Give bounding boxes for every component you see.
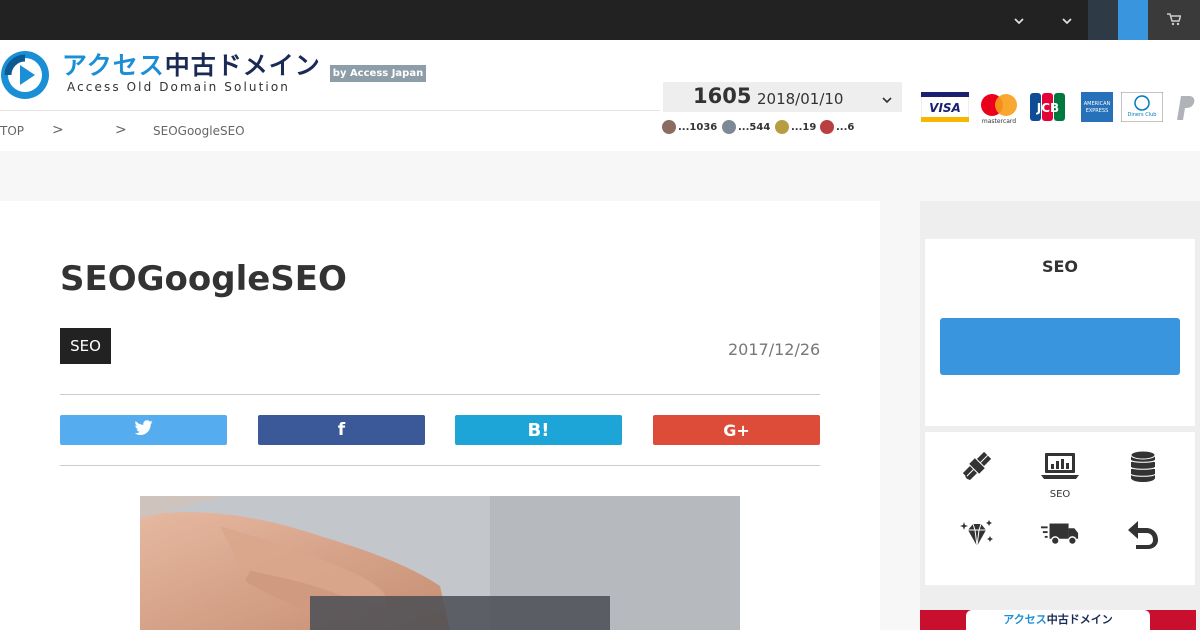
diners-icon: Diners Club (1120, 91, 1164, 123)
banner-logo-text: アクセス中古ドメイン (966, 610, 1150, 630)
chevron-down-icon (881, 91, 893, 104)
sidebar: SEO SEO アクセス中古ドメイン (920, 201, 1200, 630)
laptop-chart-icon[interactable] (1040, 446, 1080, 486)
googleplus-share-button[interactable]: G+ (653, 415, 820, 445)
stock-date: 2018/01/10 (757, 90, 844, 108)
facebook-icon: f (337, 420, 346, 440)
logo-icon[interactable] (0, 50, 50, 100)
register-button[interactable] (1118, 0, 1148, 40)
cart-button[interactable] (1148, 0, 1200, 40)
article-title: SEOGoogleSEO (60, 259, 347, 299)
article-date: 2017/12/26 (728, 340, 821, 359)
sidebar-icon-label: SEO (1049, 489, 1071, 500)
sidebar-banner[interactable]: アクセス中古ドメイン (920, 610, 1196, 630)
rank-count-text: ...19 (791, 121, 817, 133)
rank-count: ...544 (722, 120, 770, 134)
rank-count: ...6 (820, 120, 854, 134)
article-hero-image (140, 496, 740, 630)
rank-count-text: ...1036 (678, 121, 718, 133)
twitter-icon (134, 420, 153, 440)
breadcrumb-separator: > (115, 122, 127, 138)
rank-count-text: ...544 (738, 121, 771, 133)
svg-text:Diners Club: Diners Club (1128, 112, 1157, 118)
logo-text-blue: アクセス (62, 51, 165, 80)
hatena-share-button[interactable]: B! (455, 415, 622, 445)
logo-text-dark: 中古ドメイン (164, 51, 321, 80)
divider (60, 394, 820, 395)
svg-text:JCB: JCB (1036, 101, 1059, 115)
rank-dot-icon (722, 120, 736, 134)
satellite-icon[interactable] (957, 446, 997, 486)
diamond-icon[interactable] (957, 514, 997, 554)
logo-text[interactable]: アクセス中古ドメイン (62, 51, 321, 81)
logo-subtitle: Access Old Domain Solution (67, 80, 290, 94)
sidebar-cta-button[interactable] (940, 318, 1180, 375)
sidebar-seo-box: SEO (925, 239, 1195, 426)
svg-text:AMERICAN: AMERICAN (1084, 101, 1111, 107)
divider (60, 465, 820, 466)
category-tag[interactable]: SEO (60, 328, 111, 364)
header-divider (0, 110, 660, 111)
chevron-down-icon[interactable] (1013, 12, 1027, 26)
mastercard-icon: mastercard (977, 92, 1021, 125)
googleplus-icon: G+ (723, 420, 750, 440)
svg-text:mastercard: mastercard (982, 118, 1016, 125)
twitter-share-button[interactable] (60, 415, 227, 445)
jcb-icon: JCB (1029, 92, 1067, 122)
breadcrumb-current: SEOGoogleSEO (153, 124, 245, 138)
rank-count: ...19 (775, 120, 816, 134)
sidebar-box-title: SEO (1041, 257, 1079, 276)
visa-icon: VISA (920, 91, 970, 123)
svg-text:VISA: VISA (929, 101, 961, 115)
cart-icon (1167, 11, 1182, 30)
banner-text-blue: アクセス (1003, 613, 1047, 626)
amex-icon: AMERICAN EXPRESS (1081, 92, 1113, 122)
breadcrumb-top[interactable]: TOP (0, 124, 24, 138)
stock-selector[interactable]: 1605 2018/01/10 (663, 82, 902, 112)
svg-text:EXPRESS: EXPRESS (1086, 108, 1109, 114)
chevron-down-icon[interactable] (1061, 12, 1075, 26)
return-icon[interactable] (1123, 514, 1163, 554)
rank-dot-icon (662, 120, 676, 134)
top-bar (0, 0, 1200, 40)
truck-icon[interactable] (1040, 514, 1080, 554)
content-spacer (0, 151, 1200, 201)
hatena-icon: B! (527, 419, 550, 441)
banner-text-dark: 中古ドメイン (1046, 613, 1113, 626)
rank-count: ...1036 (662, 120, 717, 134)
login-button[interactable] (1088, 0, 1118, 40)
sidebar-icon-grid: SEO (925, 432, 1195, 585)
rank-dot-icon (775, 120, 789, 134)
article-main: SEOGoogleSEO SEO 2017/12/26 f B! G+ (0, 201, 880, 630)
coins-icon[interactable] (1123, 446, 1163, 486)
paypal-icon (1171, 92, 1200, 122)
rank-dot-icon (820, 120, 834, 134)
site-header: アクセス中古ドメイン Access Old Domain Solution by… (0, 40, 1200, 151)
breadcrumb-separator: > (52, 122, 64, 138)
facebook-share-button[interactable]: f (258, 415, 425, 445)
stock-count: 1605 (693, 84, 752, 108)
company-badge: by Access Japan (330, 65, 426, 82)
rank-count-text: ...6 (836, 121, 855, 133)
